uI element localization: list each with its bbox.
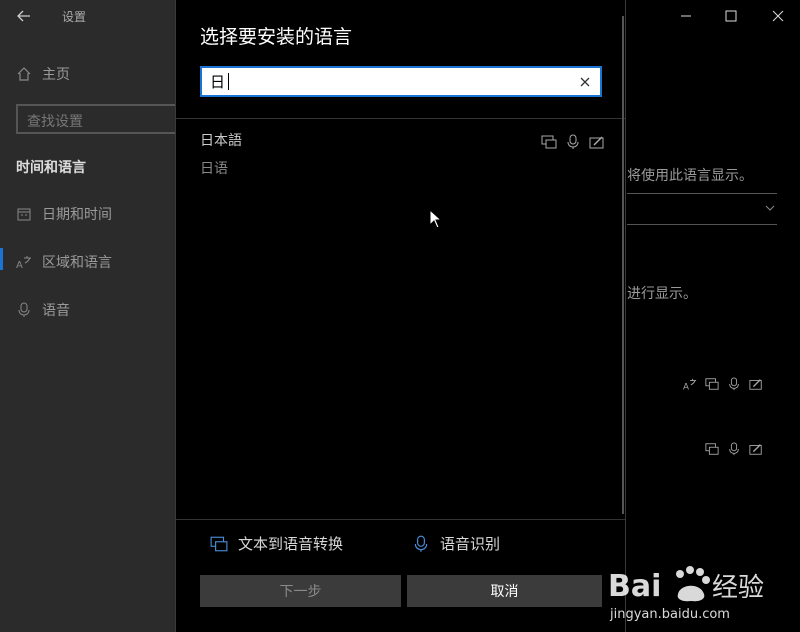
microphone-icon [567,134,579,149]
settings-search-placeholder: 查找设置 [27,114,83,130]
svg-text:A: A [16,260,23,270]
microphone-icon [18,302,30,317]
watermark-url: jingyan.baidu.com [609,607,730,622]
text-caret [228,73,229,90]
cancel-button[interactable]: 取消 [407,575,602,607]
watermark-text: 经验 [712,573,764,603]
divider [176,118,625,119]
language-features-2 [705,442,763,456]
legend-tts-label: 文本到语音转换 [238,535,344,553]
legend-speech-label: 语音识别 [440,535,501,553]
language-icon: A [16,256,31,270]
minimize-icon [681,15,691,17]
close-icon [772,10,784,22]
divider [176,519,625,520]
sidebar-item-label: 区域和语言 [42,255,112,271]
settings-search-input[interactable]: 查找设置 [16,104,186,134]
sidebar-item-home[interactable]: 主页 [16,64,70,84]
language-features-1: A [683,377,763,391]
display-icon [541,135,557,149]
sidebar-item-label: 日期和时间 [42,207,112,223]
svg-text:A: A [683,382,689,391]
sidebar-item-speech[interactable]: 语音 [16,300,70,320]
background-text: 将使用此语言显示。 [627,168,753,184]
calendar-icon [17,208,31,221]
language-icon: A [683,378,697,391]
choose-language-dialog: 选择要安装的语言 日本語 日语 文本到语音转换 语音识别 下一步 取消 [175,0,626,632]
svg-text:Bai: Bai [608,569,661,604]
next-button[interactable]: 下一步 [200,575,401,607]
back-icon[interactable] [16,8,32,28]
selection-indicator [0,248,3,270]
language-search-box[interactable] [200,66,602,97]
handwriting-icon [749,444,762,455]
legend-speech: 语音识别 [412,533,500,554]
microphone-icon [729,442,739,456]
clear-icon[interactable] [576,73,594,91]
baidu-watermark: Bai 经验 jingyan.baidu.com [608,560,790,624]
display-icon [705,378,719,390]
background-text: 进行显示。 [627,286,697,302]
home-icon [17,67,31,81]
display-icon [210,536,228,551]
maximize-button[interactable] [717,4,745,28]
microphone-icon [414,535,428,552]
language-native-name: 日本語 [200,133,242,149]
sidebar-item-label: 主页 [42,67,70,83]
display-icon [705,443,719,455]
mouse-cursor-icon [429,208,443,233]
maximize-icon [725,10,737,22]
dialog-title: 选择要安装的语言 [200,26,353,48]
microphone-icon [729,377,739,391]
handwriting-icon [589,136,604,149]
minimize-button[interactable] [672,4,700,28]
language-result-item[interactable]: 日本語 日语 [200,128,605,180]
legend-tts: 文本到语音转换 [210,533,343,554]
handwriting-icon [749,379,762,390]
close-button[interactable] [764,4,792,28]
sidebar-item-label: 语音 [42,303,70,319]
language-local-name: 日语 [200,161,228,177]
language-feature-icons [541,134,605,150]
sidebar-item-region-language[interactable]: A 区域和语言 [16,252,112,272]
section-title: 时间和语言 [16,160,86,176]
scrollbar[interactable] [622,16,624,514]
chevron-down-icon [765,205,775,211]
language-search-input[interactable] [210,68,570,95]
background-dropdown[interactable] [627,193,777,225]
sidebar-item-date-time[interactable]: 日期和时间 [16,204,112,224]
settings-sidebar: 设置 主页 查找设置 时间和语言 日期和时间 A 区域和语言 语音 [0,0,186,632]
window-title: 设置 [62,10,87,24]
